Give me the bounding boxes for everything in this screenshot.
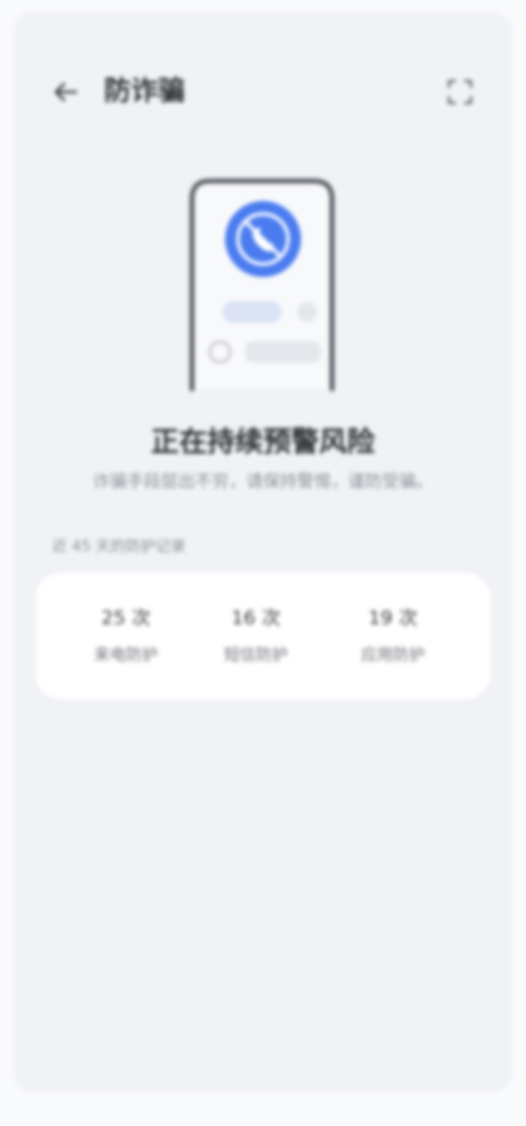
back-button[interactable] [48, 74, 84, 110]
stat-value: 19 次 [368, 607, 418, 629]
phone-illustration [187, 177, 337, 392]
app-screen: 防诈骗 正在持续预警风险 诈骗手段层出不穷，请保持警惕，谨防受骗。 近 45 天… [14, 12, 512, 1092]
stat-label: 短信防护 [223, 645, 288, 664]
stat-sms-protection[interactable]: 16 次 短信防护 [186, 603, 326, 667]
scan-button[interactable] [442, 74, 478, 110]
status-title: 正在持续预警风险 [150, 425, 375, 458]
stat-label: 应用防护 [360, 645, 425, 664]
stat-app-protection[interactable]: 19 次 应用防护 [323, 603, 463, 667]
stat-label: 来电防护 [93, 645, 158, 664]
stat-call-protection[interactable]: 25 次 来电防护 [56, 603, 196, 667]
top-bar: 防诈骗 [14, 68, 512, 112]
arrow-left-icon [54, 82, 78, 102]
page-title: 防诈骗 [104, 76, 185, 107]
stats-section-label: 近 45 天的防护记录 [52, 537, 186, 555]
stat-value: 25 次 [101, 607, 151, 629]
scan-frame-icon [447, 79, 473, 105]
stat-value: 16 次 [231, 607, 281, 629]
protection-stats-card[interactable]: 25 次 来电防护 16 次 短信防护 19 次 应用防护 [36, 573, 490, 699]
status-subtitle: 诈骗手段层出不穷，请保持警惕，谨防受骗。 [93, 472, 433, 492]
no-call-shield-icon [225, 201, 301, 277]
